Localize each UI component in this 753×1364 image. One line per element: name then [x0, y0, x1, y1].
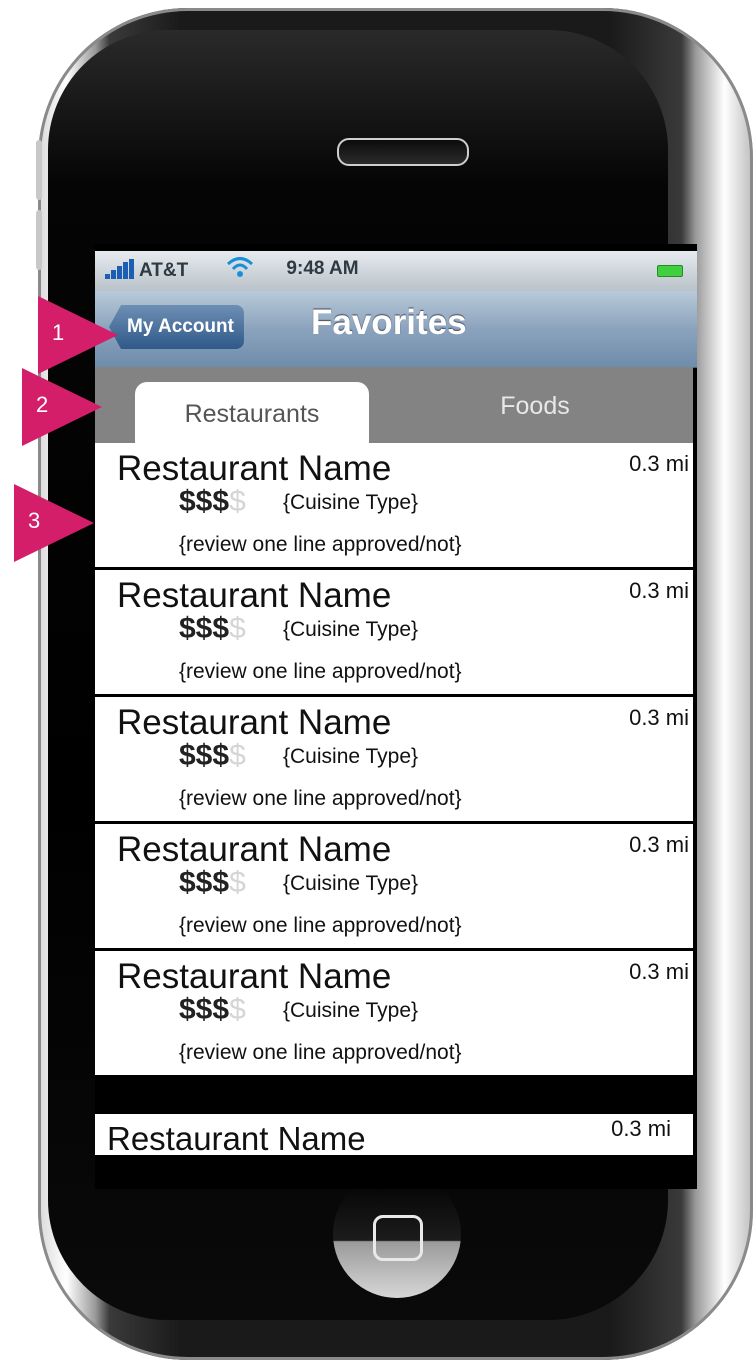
tab-restaurants[interactable]: Restaurants — [135, 382, 369, 444]
price-inactive: $ — [229, 739, 246, 772]
distance: 0.3 mi — [611, 1116, 671, 1141]
price-rating: $$$$ — [179, 739, 246, 773]
price-rating: $$$$ — [179, 993, 246, 1027]
restaurant-name: Restaurant Name — [117, 449, 392, 488]
earpiece-speaker — [337, 138, 469, 166]
favorites-list: Restaurant Name 0.3 mi $$$$ {Cuisine Typ… — [95, 443, 693, 1078]
distance: 0.3 mi — [629, 451, 689, 476]
price-rating: $$$$ — [179, 485, 246, 519]
restaurant-name: Restaurant Name — [107, 1120, 366, 1157]
tab-foods[interactable]: Foods — [435, 382, 635, 430]
price-inactive: $ — [229, 993, 246, 1026]
list-item[interactable]: Restaurant Name 0.3 mi $$$$ {Cuisine Typ… — [95, 570, 693, 697]
list-item[interactable]: Restaurant Name 0.3 mi $$$$ {Cuisine Typ… — [95, 824, 693, 951]
restaurant-name: Restaurant Name — [117, 576, 392, 615]
screen: AT&T 9:48 AM My Account Favorites Restau… — [95, 244, 697, 1189]
price-active: $$$ — [179, 866, 230, 899]
list-item[interactable]: Restaurant Name 0.3 mi $$$$ {Cuisine Typ… — [95, 443, 693, 570]
volume-button — [36, 210, 42, 270]
list-item[interactable]: Restaurant Name 0.3 mi $$$$ {Cuisine Typ… — [95, 697, 693, 824]
cuisine-type: {Cuisine Type} — [283, 745, 419, 768]
review-line: {review one line approved/not} — [179, 1041, 462, 1064]
price-inactive: $ — [229, 866, 246, 899]
cuisine-type: {Cuisine Type} — [283, 872, 419, 895]
cuisine-type: {Cuisine Type} — [283, 999, 419, 1022]
price-rating: $$$$ — [179, 612, 246, 646]
distance: 0.3 mi — [629, 832, 689, 857]
battery-icon — [657, 265, 683, 277]
review-line: {review one line approved/not} — [179, 787, 462, 810]
status-time: 9:48 AM — [286, 258, 359, 279]
list-item-partial[interactable]: Restaurant Name 0.3 mi — [95, 1114, 693, 1157]
home-square-icon — [373, 1215, 423, 1261]
list-item[interactable]: Restaurant Name 0.3 mi $$$$ {Cuisine Typ… — [95, 951, 693, 1078]
distance: 0.3 mi — [629, 705, 689, 730]
restaurant-name: Restaurant Name — [117, 703, 392, 742]
cuisine-type: {Cuisine Type} — [283, 618, 419, 641]
price-inactive: $ — [229, 612, 246, 645]
volume-button — [36, 140, 42, 200]
price-active: $$$ — [179, 993, 230, 1026]
price-active: $$$ — [179, 612, 230, 645]
distance: 0.3 mi — [629, 578, 689, 603]
review-line: {review one line approved/not} — [179, 660, 462, 683]
review-line: {review one line approved/not} — [179, 914, 462, 937]
my-account-back-button[interactable]: My Account — [109, 305, 244, 349]
segmented-tabs: Restaurants Foods — [95, 367, 693, 444]
price-rating: $$$$ — [179, 866, 246, 900]
price-active: $$$ — [179, 739, 230, 772]
restaurant-name: Restaurant Name — [117, 957, 392, 996]
cuisine-type: {Cuisine Type} — [283, 491, 419, 514]
status-bar: AT&T 9:48 AM — [95, 251, 697, 291]
restaurant-name: Restaurant Name — [117, 830, 392, 869]
review-line: {review one line approved/not} — [179, 533, 462, 556]
distance: 0.3 mi — [629, 959, 689, 984]
navigation-bar: My Account Favorites — [95, 291, 697, 368]
page-title: Favorites — [311, 303, 467, 342]
price-inactive: $ — [229, 485, 246, 518]
price-active: $$$ — [179, 485, 230, 518]
